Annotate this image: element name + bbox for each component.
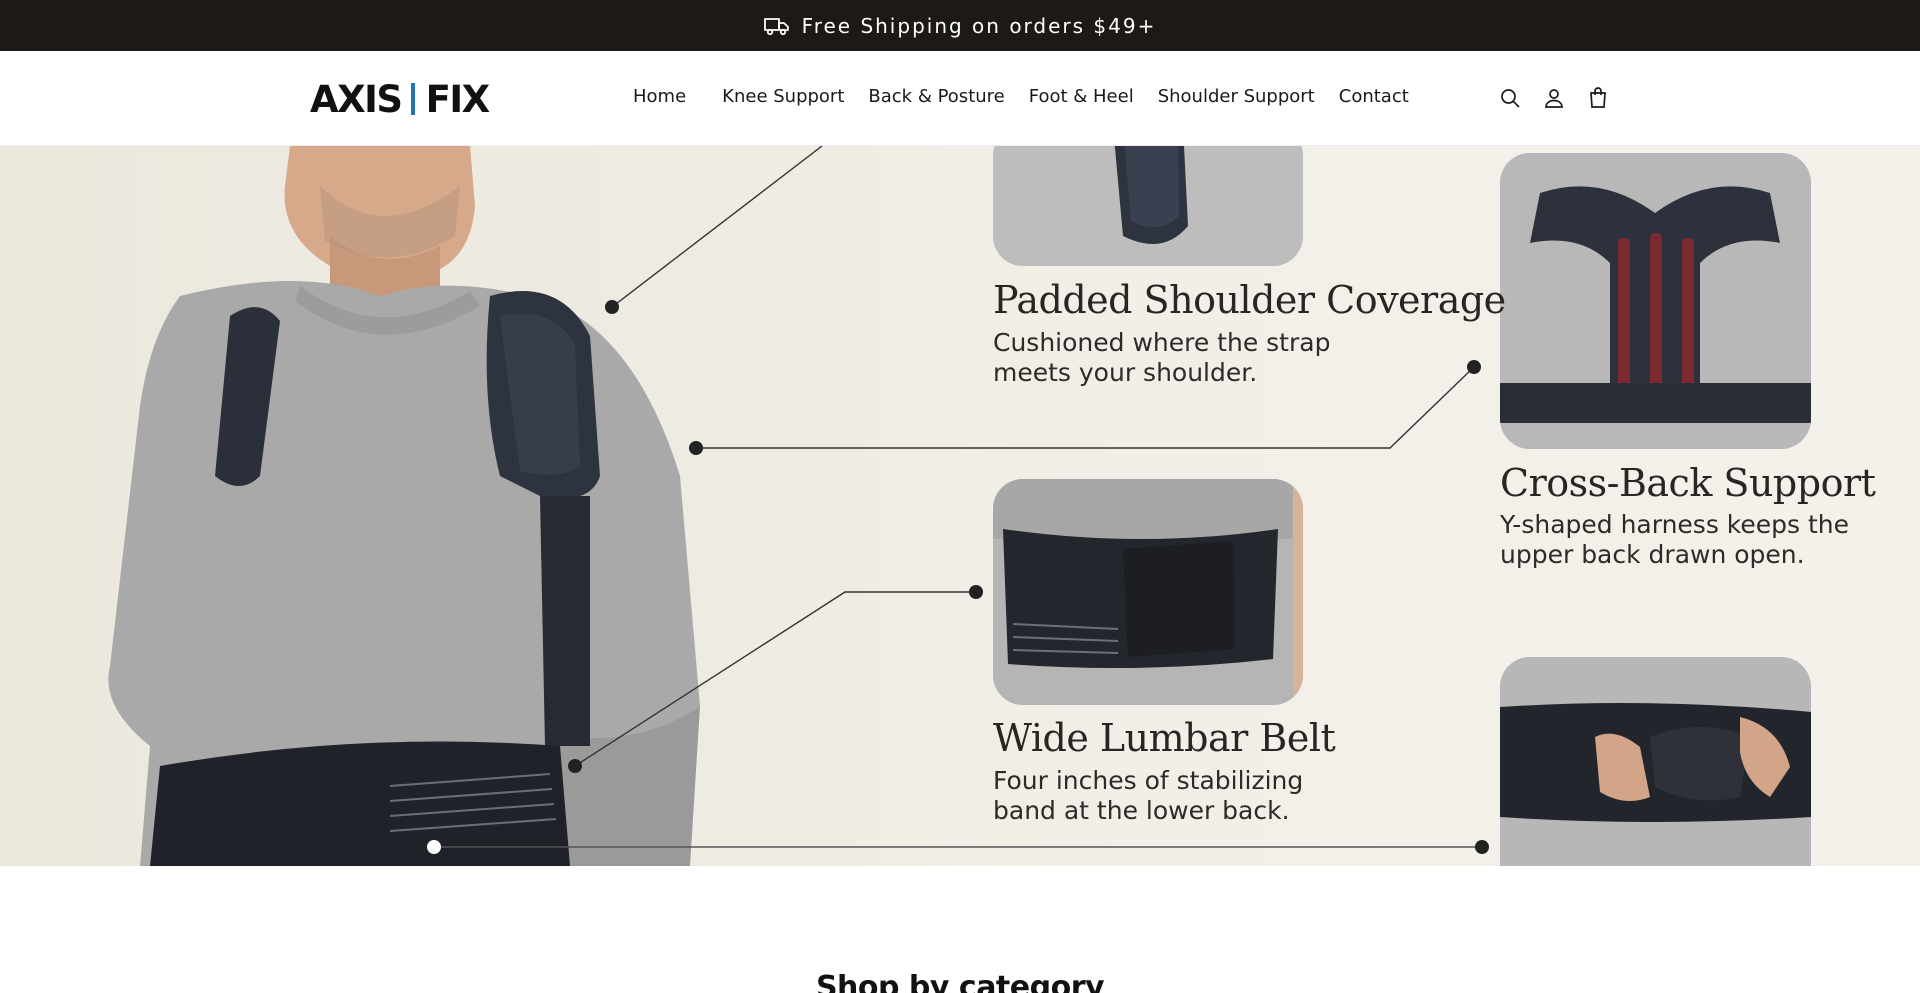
brand-logo[interactable]: AXIS FIX	[310, 77, 491, 121]
feature-photo-shoulder	[993, 146, 1303, 266]
feature-photo-adjust	[1500, 657, 1811, 866]
feature-desc-shoulder-line1: Cushioned where the strap	[993, 328, 1331, 357]
feature-desc-crossback-line1: Y-shaped harness keeps the	[1500, 510, 1850, 539]
feature-desc-lumbar-line2: band at the lower back.	[993, 796, 1290, 825]
nav-home[interactable]: Home	[633, 86, 686, 107]
nav-back-posture[interactable]: Back & Posture	[868, 86, 1004, 107]
logo-text-right: FIX	[425, 77, 491, 121]
feature-desc-crossback-line2: upper back drawn open.	[1500, 540, 1805, 569]
header-icons	[1498, 86, 1610, 110]
logo-divider	[410, 83, 415, 115]
feature-title-lumbar: Wide Lumbar Belt	[993, 716, 1336, 760]
feature-title-crossback: Cross-Back Support	[1500, 461, 1876, 505]
truck-icon	[763, 16, 790, 36]
feature-desc-lumbar-line1: Four inches of stabilizing	[993, 766, 1304, 795]
feature-title-shoulder: Padded Shoulder Coverage	[993, 278, 1506, 322]
nav-foot-heel[interactable]: Foot & Heel	[1029, 86, 1134, 107]
hero-banner[interactable]: Padded Shoulder Coverage Cushioned where…	[0, 146, 1920, 866]
search-icon[interactable]	[1498, 86, 1522, 110]
feature-photo-crossback	[1500, 153, 1811, 449]
account-icon[interactable]	[1542, 86, 1566, 110]
announcement-text: Free Shipping on orders $49+	[801, 13, 1157, 38]
cart-icon[interactable]	[1586, 86, 1610, 110]
feature-desc-shoulder-line2: meets your shoulder.	[993, 358, 1258, 387]
feature-photo-lumbar	[993, 479, 1303, 705]
nav-contact[interactable]: Contact	[1339, 86, 1409, 107]
section-heading-shop-by-category: Shop by category	[815, 970, 1105, 993]
logo-text-left: AXIS	[310, 77, 403, 121]
nav-shoulder-support[interactable]: Shoulder Support	[1158, 86, 1315, 107]
site-header: AXIS FIX Home Knee Support Back & Postur…	[0, 51, 1920, 146]
main-nav: Home Knee Support Back & Posture Foot & …	[633, 86, 1409, 107]
announcement-bar: Free Shipping on orders $49+	[0, 0, 1920, 51]
nav-knee-support[interactable]: Knee Support	[722, 86, 844, 107]
